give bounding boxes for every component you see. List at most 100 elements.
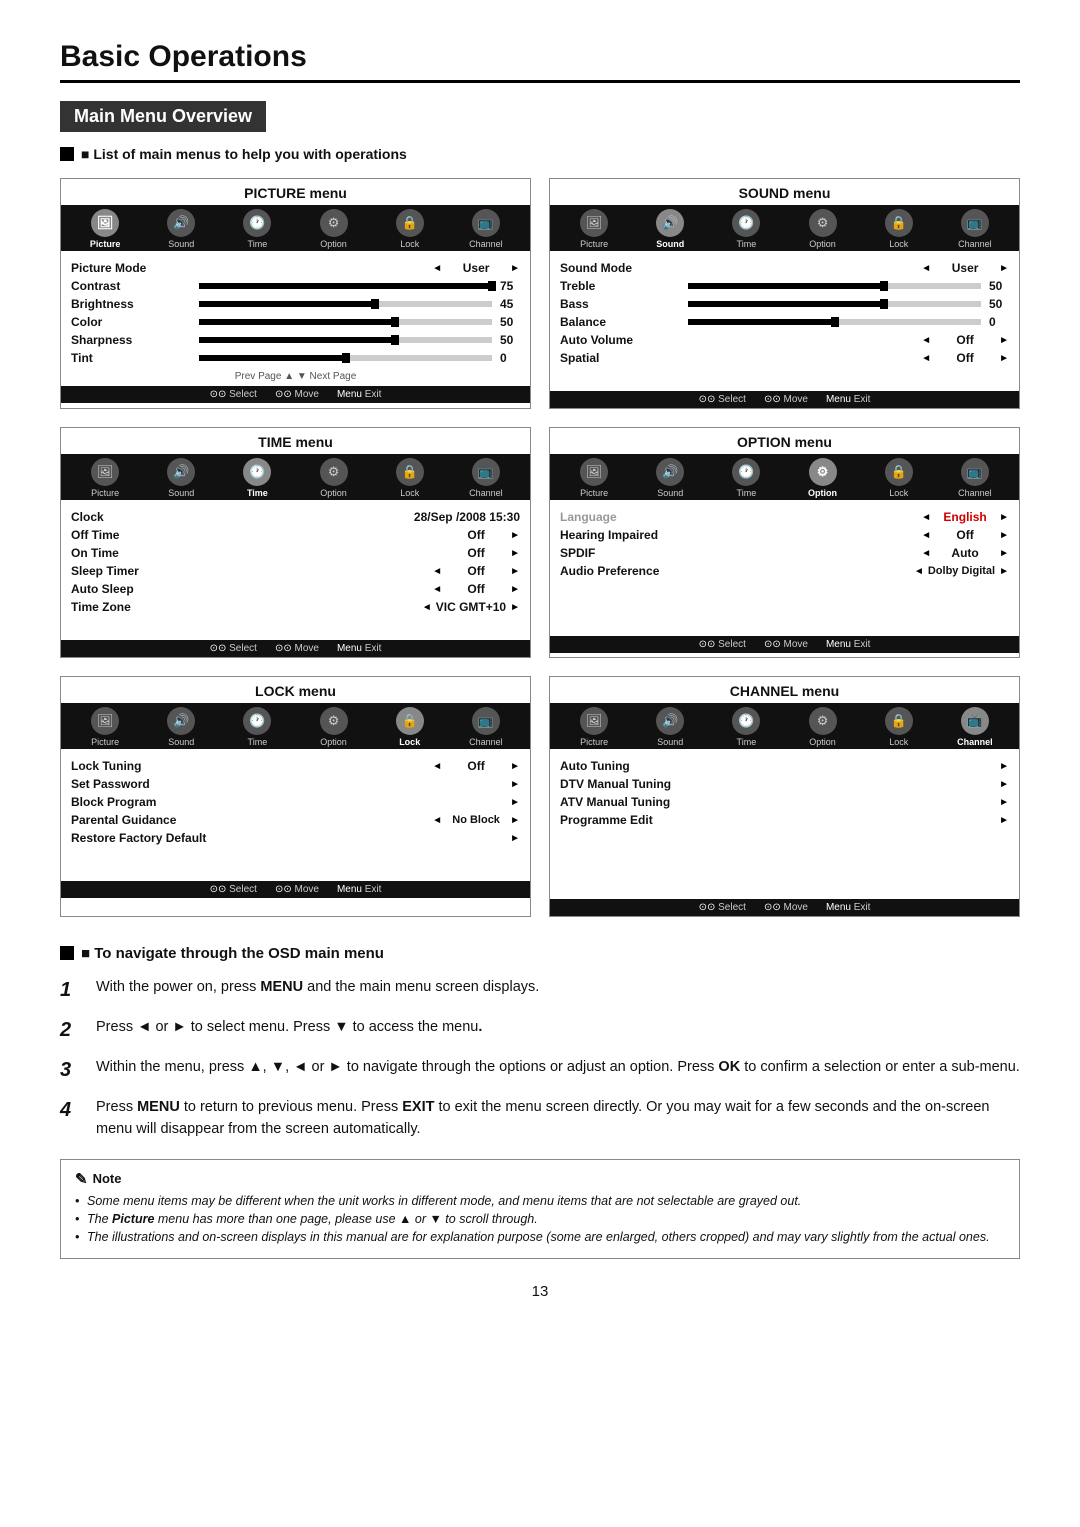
- sound-icon-time: 🕐 Time: [727, 209, 765, 249]
- lock-menu: LOCK menu 🖼 Picture 🔊 Sound 🕐 Time ⚙ Opt…: [60, 676, 531, 917]
- nav-section: ■ To navigate through the OSD main menu …: [60, 945, 1020, 1141]
- nav-heading: ■ To navigate through the OSD main menu: [60, 945, 1020, 963]
- option-menu-rows: Language English Hearing Impaired Off SP…: [550, 504, 1019, 582]
- nav-step-2: 2 Press ◄ or ► to select menu. Press ▼ t…: [60, 1017, 1020, 1045]
- channel-row-programme: Programme Edit: [560, 811, 1009, 829]
- time-icon-time: 🕐 Time: [238, 458, 276, 498]
- picture-row-color: Color 50: [71, 313, 520, 331]
- picture-menu-rows: Picture Mode User Contrast 75 Brightness: [61, 255, 530, 369]
- sound-menu-footer: ⊙⊙ Select ⊙⊙ Move Menu Exit: [550, 391, 1019, 408]
- option-icon-time: 🕐 Time: [727, 458, 765, 498]
- channel-menu-rows: Auto Tuning DTV Manual Tuning ATV Manual…: [550, 753, 1019, 831]
- option-icon-sound: 🔊 Sound: [651, 458, 689, 498]
- lock-row-block: Block Program: [71, 793, 520, 811]
- time-icon-bar: 🖼 Picture 🔊 Sound 🕐 Time ⚙ Option 🔒 Lock…: [61, 454, 530, 500]
- lock-icon-channel: 📺 Channel: [467, 707, 505, 747]
- note-header: ✎ Note: [75, 1170, 1005, 1188]
- nav-step-3: 3 Within the menu, press ▲, ▼, ◄ or ► to…: [60, 1057, 1020, 1085]
- lock-icon-sound: 🔊 Sound: [162, 707, 200, 747]
- picture-row-contrast: Contrast 75: [71, 277, 520, 295]
- channel-icon-sound: 🔊 Sound: [651, 707, 689, 747]
- icon-channel: 📺 Channel: [467, 209, 505, 249]
- note-list: Some menu items may be different when th…: [75, 1194, 1005, 1244]
- sound-icon-option: ⚙ Option: [804, 209, 842, 249]
- option-row-hearing: Hearing Impaired Off: [560, 526, 1009, 544]
- option-icon-channel: 📺 Channel: [956, 458, 994, 498]
- time-row-timezone: Time Zone VIC GMT+10: [71, 598, 520, 616]
- icon-option: ⚙ Option: [315, 209, 353, 249]
- channel-row-auto: Auto Tuning: [560, 757, 1009, 775]
- time-icon-channel: 📺 Channel: [467, 458, 505, 498]
- icon-time: 🕐 Time: [238, 209, 276, 249]
- channel-icon-channel: 📺 Channel: [956, 707, 994, 747]
- sound-menu-rows: Sound Mode User Treble 50 Bass: [550, 255, 1019, 369]
- picture-icon-bar: 🖼 Picture 🔊 Sound 🕐 Time ⚙ Option 🔒 Lock…: [61, 205, 530, 251]
- channel-icon-lock: 🔒 Lock: [880, 707, 918, 747]
- sound-icon-bar: 🖼 Picture 🔊 Sound 🕐 Time ⚙ Option 🔒 Lock…: [550, 205, 1019, 251]
- sound-icon-sound: 🔊 Sound: [651, 209, 689, 249]
- time-menu-title: TIME menu: [61, 428, 530, 450]
- page-title: Basic Operations: [60, 40, 1020, 83]
- sound-row-bass: Bass 50: [560, 295, 1009, 313]
- time-icon-picture: 🖼 Picture: [86, 458, 124, 498]
- nav-step-1: 1 With the power on, press MENU and the …: [60, 977, 1020, 1005]
- black-square-icon: [60, 147, 74, 161]
- lock-icon-bar: 🖼 Picture 🔊 Sound 🕐 Time ⚙ Option 🔒 Lock…: [61, 703, 530, 749]
- channel-row-atv: ATV Manual Tuning: [560, 793, 1009, 811]
- option-icon-picture: 🖼 Picture: [575, 458, 613, 498]
- time-icon-lock: 🔒 Lock: [391, 458, 429, 498]
- list-heading: ■ List of main menus to help you with op…: [60, 146, 1020, 164]
- channel-icon-time: 🕐 Time: [727, 707, 765, 747]
- channel-row-dtv: DTV Manual Tuning: [560, 775, 1009, 793]
- lock-row-restore: Restore Factory Default: [71, 829, 520, 847]
- channel-menu-title: CHANNEL menu: [550, 677, 1019, 699]
- note-item-3: The illustrations and on-screen displays…: [75, 1230, 1005, 1244]
- picture-row-brightness: Brightness 45: [71, 295, 520, 313]
- note-box: ✎ Note Some menu items may be different …: [60, 1159, 1020, 1259]
- option-icon-lock: 🔒 Lock: [880, 458, 918, 498]
- picture-row-tint: Tint 0: [71, 349, 520, 367]
- time-menu: TIME menu 🖼 Picture 🔊 Sound 🕐 Time ⚙ Opt…: [60, 427, 531, 658]
- sound-row-balance: Balance 0: [560, 313, 1009, 331]
- sound-menu: SOUND menu 🖼 Picture 🔊 Sound 🕐 Time ⚙ Op…: [549, 178, 1020, 409]
- sound-row-mode: Sound Mode User: [560, 259, 1009, 277]
- option-icon-option: ⚙ Option: [804, 458, 842, 498]
- channel-menu-footer: ⊙⊙ Select ⊙⊙ Move Menu Exit: [550, 899, 1019, 916]
- time-row-autosleep: Auto Sleep Off: [71, 580, 520, 598]
- prev-next-label: Prev Page ▲ ▼ Next Page: [61, 371, 530, 382]
- lock-icon-lock: 🔒 Lock: [391, 707, 429, 747]
- note-item-1: Some menu items may be different when th…: [75, 1194, 1005, 1208]
- picture-row-sharpness: Sharpness 50: [71, 331, 520, 349]
- section-header: Main Menu Overview: [60, 101, 266, 132]
- option-menu-footer: ⊙⊙ Select ⊙⊙ Move Menu Exit: [550, 636, 1019, 653]
- black-square-2-icon: [60, 946, 74, 960]
- sound-icon-picture: 🖼 Picture: [575, 209, 613, 249]
- sound-row-spatial: Spatial Off: [560, 349, 1009, 367]
- nav-step-4: 4 Press MENU to return to previous menu.…: [60, 1097, 1020, 1141]
- icon-lock: 🔒 Lock: [391, 209, 429, 249]
- picture-menu-title: PICTURE menu: [61, 179, 530, 201]
- time-icon-sound: 🔊 Sound: [162, 458, 200, 498]
- option-row-language: Language English: [560, 508, 1009, 526]
- sound-icon-channel: 📺 Channel: [956, 209, 994, 249]
- channel-icon-bar: 🖼 Picture 🔊 Sound 🕐 Time ⚙ Option 🔒 Lock…: [550, 703, 1019, 749]
- time-icon-option: ⚙ Option: [315, 458, 353, 498]
- lock-icon-picture: 🖼 Picture: [86, 707, 124, 747]
- option-menu-title: OPTION menu: [550, 428, 1019, 450]
- option-icon-bar: 🖼 Picture 🔊 Sound 🕐 Time ⚙ Option 🔒 Lock…: [550, 454, 1019, 500]
- time-row-ontime: On Time Off: [71, 544, 520, 562]
- note-item-2: The Picture menu has more than one page,…: [75, 1212, 1005, 1226]
- time-row-sleep: Sleep Timer Off: [71, 562, 520, 580]
- time-row-clock: Clock 28/Sep /2008 15:30: [71, 508, 520, 526]
- time-menu-rows: Clock 28/Sep /2008 15:30 Off Time Off On…: [61, 504, 530, 618]
- time-row-offtime: Off Time Off: [71, 526, 520, 544]
- channel-icon-picture: 🖼 Picture: [575, 707, 613, 747]
- channel-icon-option: ⚙ Option: [804, 707, 842, 747]
- lock-row-parental: Parental Guidance No Block: [71, 811, 520, 829]
- sound-menu-title: SOUND menu: [550, 179, 1019, 201]
- note-icon: ✎: [75, 1170, 88, 1188]
- sound-row-autovol: Auto Volume Off: [560, 331, 1009, 349]
- page-number: 13: [60, 1283, 1020, 1300]
- time-menu-footer: ⊙⊙ Select ⊙⊙ Move Menu Exit: [61, 640, 530, 657]
- picture-row-mode: Picture Mode User: [71, 259, 520, 277]
